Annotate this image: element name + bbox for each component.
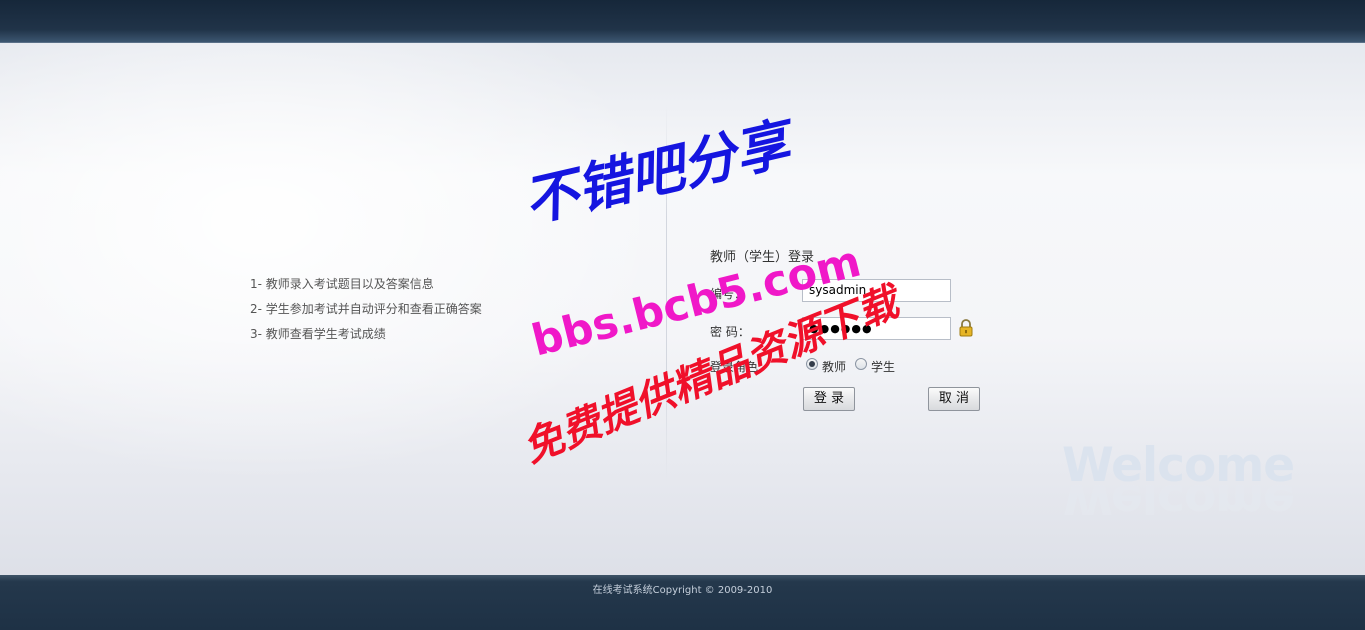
- feature-list: 1- 教师录入考试题目以及答案信息 2- 学生参加考试并自动评分和查看正确答案 …: [250, 275, 482, 350]
- password-input[interactable]: ●●●●●●: [802, 317, 951, 340]
- id-input[interactable]: sysadmin: [802, 279, 951, 302]
- role-radio-teacher[interactable]: [806, 358, 818, 370]
- cancel-button[interactable]: 取 消: [928, 387, 980, 411]
- id-label: 编号：: [710, 287, 747, 301]
- footer-bar: 在线考试系统Copyright © 2009-2010: [0, 575, 1365, 630]
- feature-item: 1- 教师录入考试题目以及答案信息: [250, 277, 434, 291]
- vertical-divider: [666, 103, 667, 483]
- main-content-area: 1- 教师录入考试题目以及答案信息 2- 学生参加考试并自动评分和查看正确答案 …: [0, 43, 1365, 575]
- feature-item: 2- 学生参加考试并自动评分和查看正确答案: [250, 302, 482, 316]
- password-label: 密 码：: [710, 325, 750, 339]
- copyright-text: 在线考试系统Copyright © 2009-2010: [592, 585, 773, 596]
- top-header-bar: [0, 0, 1365, 43]
- role-label-teacher: 教师: [822, 360, 847, 374]
- login-title: 教师（学生）登录: [710, 250, 815, 265]
- role-label-student: 学生: [871, 360, 896, 374]
- lock-icon: [959, 319, 973, 337]
- login-button[interactable]: 登 录: [803, 387, 855, 411]
- feature-item: 3- 教师查看学生考试成绩: [250, 327, 386, 341]
- background-glow: [0, 43, 670, 483]
- welcome-reflection: Welcome: [1062, 485, 1295, 515]
- role-radio-student[interactable]: [855, 358, 867, 370]
- role-label: 登录角色：: [710, 360, 771, 374]
